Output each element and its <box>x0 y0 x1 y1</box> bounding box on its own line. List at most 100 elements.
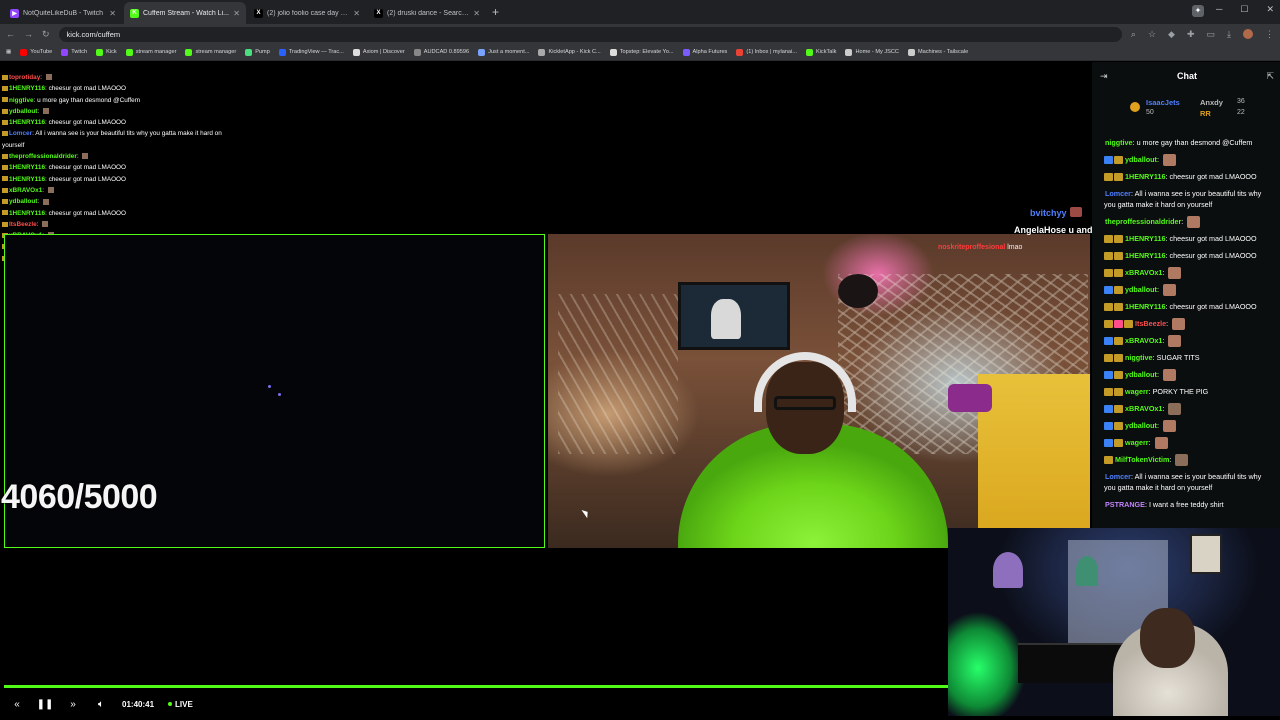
bookmark-label: KickletApp - Kick C... <box>548 49 601 55</box>
browser-tab[interactable]: K Cuffem Stream - Watch Li... ✕ <box>124 2 246 24</box>
browser-tab[interactable]: ▶ NotQuiteLikeDuB - Twitch ✕ <box>4 2 122 24</box>
stream-player[interactable]: toprotiday: 1HENRY116: cheesur got mad L… <box>0 62 1164 720</box>
chat-username[interactable]: theproffessionaldrider <box>1105 217 1181 226</box>
volume-icon[interactable]: 🔈︎ <box>94 697 108 711</box>
browser-tab[interactable]: X (2) druski dance - Search / X ✕ <box>368 2 486 24</box>
overlay-chat-line: 1HENRY116: cheesur got mad LMAOOO <box>2 208 262 219</box>
alert-username: bvitchyy <box>1030 208 1067 218</box>
badge-icon <box>1114 156 1123 165</box>
chat-message: wagerr: <box>1104 434 1272 451</box>
chat-username[interactable]: 1HENRY116 <box>1125 251 1166 260</box>
bookmark-item[interactable]: Kick <box>96 48 117 56</box>
forward-icon[interactable]: → <box>24 29 33 39</box>
chat-username[interactable]: niggtive <box>1105 138 1133 147</box>
browser-tab[interactable]: X (2) jolio foolio case day 6 - Sea... ✕ <box>248 2 366 24</box>
chat-username[interactable]: ItsBeezle <box>1135 319 1166 328</box>
emote-icon <box>1154 437 1168 450</box>
chat-username[interactable]: Lomcer <box>1105 189 1131 198</box>
rewind-icon[interactable]: « <box>10 697 24 711</box>
chat-username[interactable]: PSTRANGE <box>1105 500 1145 509</box>
badge-icon <box>1104 456 1113 465</box>
bookmark-item[interactable]: KickletApp - Kick C... <box>538 48 601 56</box>
overlay-chat-line: toprotiday: <box>2 72 262 83</box>
bookmark-item[interactable]: stream manager <box>185 48 236 56</box>
bookmark-item[interactable]: stream manager <box>125 48 176 56</box>
new-tab-icon[interactable]: + <box>492 2 499 24</box>
chat-username[interactable]: xBRAVOx1 <box>1125 268 1162 277</box>
bookmark-item[interactable]: Home - My JSCC <box>845 48 899 56</box>
overlay-chat-line: Lomcer: All i wanna see is your beautifu… <box>2 128 262 139</box>
bookmark-star-icon[interactable]: ☆ <box>1148 29 1156 40</box>
url-input[interactable]: kick.com/cuffem <box>58 26 1122 42</box>
tab-close-icon[interactable]: ✕ <box>233 9 240 18</box>
bookmark-item[interactable]: KickTalk <box>805 48 836 56</box>
pause-icon[interactable]: ❚❚ <box>37 697 54 711</box>
bookmark-item[interactable]: YouTube <box>20 48 52 56</box>
emote-icon <box>1168 267 1182 280</box>
bookmark-item[interactable]: Axiom | Discover <box>352 48 405 56</box>
badge-icon <box>1114 269 1123 278</box>
chat-username[interactable]: wagerr <box>1125 387 1149 396</box>
apps-icon[interactable]: ▦ <box>6 49 11 55</box>
chat-username[interactable]: 1HENRY116 <box>1125 234 1166 243</box>
chat-username[interactable]: xBRAVOx1 <box>1125 404 1162 413</box>
address-bar-actions: ⌕ ☆ ◆ ✚ ▭ ⤓ ⋮ <box>1131 29 1274 40</box>
download-icon[interactable]: ⤓ <box>1227 29 1231 40</box>
chat-username[interactable]: MilfTokenVictim <box>1115 455 1169 464</box>
chat-messages[interactable]: niggtive: u more gay than desmond @Cuffe… <box>1092 134 1280 518</box>
chat-username[interactable]: wagerr <box>1125 438 1149 447</box>
seek-bar[interactable] <box>4 685 948 688</box>
back-icon[interactable]: ← <box>6 29 15 39</box>
chat-username[interactable]: ydballout <box>1125 285 1157 294</box>
chat-username[interactable]: 1HENRY116 <box>1125 302 1166 311</box>
bookmark-icon <box>61 48 69 56</box>
tab-close-icon[interactable]: ✕ <box>353 9 360 18</box>
menu-icon[interactable]: ⋮ <box>1265 29 1274 40</box>
bookmark-item[interactable]: Alpha Futures <box>682 48 728 56</box>
chat-username[interactable]: xBRAVOx1 <box>1125 336 1162 345</box>
chat-username[interactable]: ydballout <box>1125 370 1157 379</box>
bookmark-label: Alpha Futures <box>692 49 728 55</box>
bookmark-item[interactable]: Just a moment... <box>478 48 529 56</box>
live-indicator[interactable]: LIVE <box>168 700 193 709</box>
chat-text: I want a free teddy shirt <box>1148 500 1224 509</box>
chat-message: wagerr: PORKY THE PIG <box>1104 383 1272 400</box>
chat-username[interactable]: 1HENRY116 <box>1125 172 1166 181</box>
bookmark-item[interactable]: Pump <box>245 48 270 56</box>
bookmark-icon <box>413 48 421 56</box>
badge-icon <box>1104 320 1113 329</box>
extension-icon[interactable]: ◆ <box>1168 29 1175 40</box>
badge-icon <box>1104 337 1113 346</box>
chat-username[interactable]: niggtive <box>1125 353 1153 362</box>
maximize-icon[interactable]: ☐ <box>1240 4 1248 15</box>
bookmark-item[interactable]: TradingView — Trac... <box>278 48 344 56</box>
emote-icon <box>42 221 49 228</box>
tab-close-icon[interactable]: ✕ <box>109 9 116 18</box>
badge-icon <box>2 165 8 171</box>
overlay-dot <box>278 393 281 396</box>
profile-avatar[interactable] <box>1243 29 1253 39</box>
chat-username[interactable]: Lomcer <box>1105 472 1131 481</box>
close-window-icon[interactable]: ✕ <box>1266 4 1274 15</box>
zoom-icon[interactable]: ⌕ <box>1131 29 1136 40</box>
popout-chat-icon[interactable]: ⇱ <box>1266 71 1274 82</box>
bookmark-icon <box>245 48 253 56</box>
sidebar-icon[interactable]: ▭ <box>1207 29 1216 40</box>
live-label: LIVE <box>175 699 193 709</box>
bookmark-item[interactable]: (1) Inbox | mylanai... <box>736 48 797 56</box>
chat-username[interactable]: ydballout <box>1125 421 1157 430</box>
bookmark-item[interactable]: Machines - Tailscale <box>907 48 968 56</box>
bookmark-item[interactable]: AUDCAD 0.89596 <box>413 48 469 56</box>
minimize-icon[interactable]: ─ <box>1216 4 1222 15</box>
chat-username[interactable]: ydballout <box>1125 155 1157 164</box>
collapse-chat-icon[interactable]: ⇥ <box>1100 71 1108 82</box>
puzzle-icon[interactable]: ✚ <box>1187 29 1195 40</box>
badge-icon <box>2 210 8 216</box>
fast-forward-icon[interactable]: » <box>66 697 80 711</box>
extensions-icon[interactable]: ✦ <box>1192 5 1204 17</box>
badge-icon <box>1114 405 1123 414</box>
bookmark-item[interactable]: Twitch <box>61 48 87 56</box>
bookmark-item[interactable]: Topstep: Elevate Yo... <box>609 48 674 56</box>
reload-icon[interactable]: ↻ <box>42 29 50 40</box>
tab-close-icon[interactable]: ✕ <box>473 9 480 18</box>
